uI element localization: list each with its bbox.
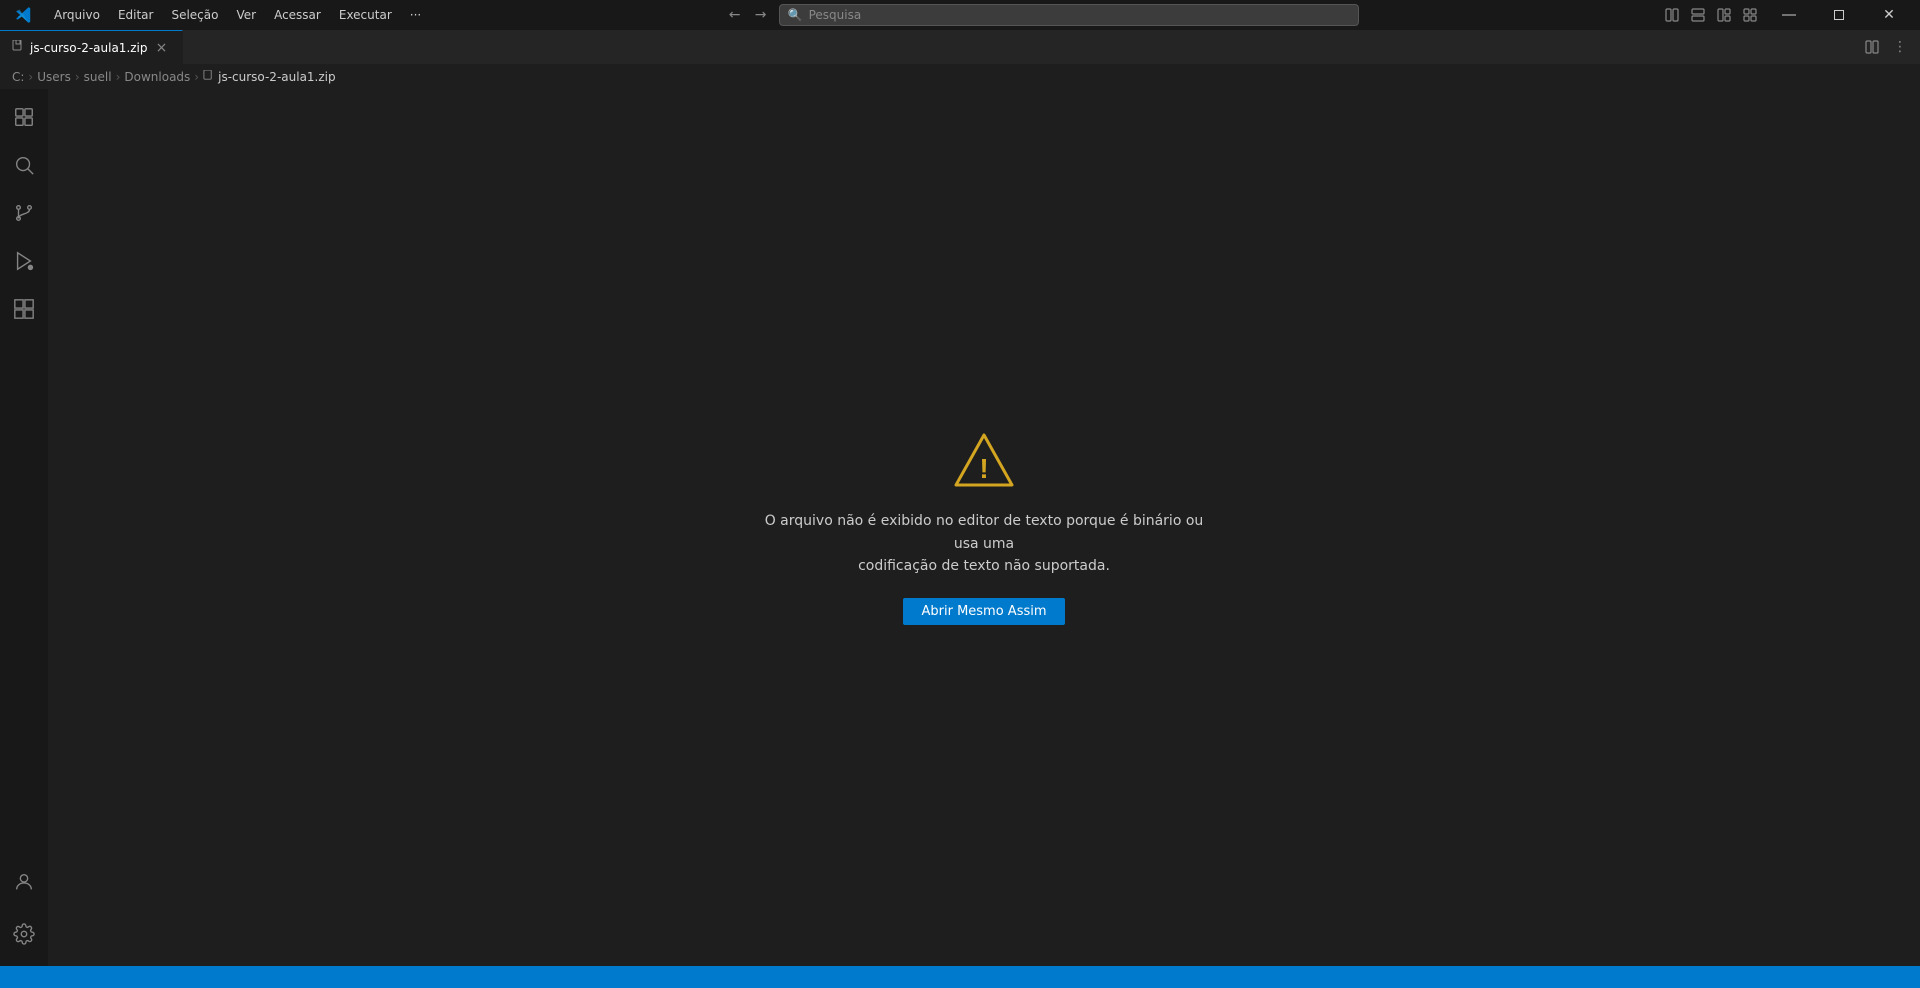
breadcrumb-downloads[interactable]: Downloads — [124, 70, 190, 84]
menu-editar[interactable]: Editar — [110, 6, 162, 24]
menu-arquivo[interactable]: Arquivo — [46, 6, 108, 24]
breadcrumb-sep-4: › — [194, 70, 199, 84]
breadcrumb-bar: C: › Users › suell › Downloads › js-curs… — [0, 65, 1920, 89]
layout-btn-4[interactable] — [1738, 4, 1762, 26]
nav-forward-button[interactable]: → — [749, 4, 773, 26]
breadcrumb-file-icon — [203, 70, 214, 84]
layout-controls — [1660, 4, 1762, 26]
more-actions-button[interactable]: ⋮ — [1888, 35, 1912, 59]
activity-search[interactable] — [0, 141, 48, 189]
menu-acessar[interactable]: Acessar — [266, 6, 329, 24]
breadcrumb-filename: js-curso-2-aula1.zip — [218, 70, 336, 84]
svg-text:!: ! — [979, 453, 988, 484]
menu-executar[interactable]: Executar — [331, 6, 400, 24]
tab-close-button[interactable]: × — [154, 40, 170, 56]
search-placeholder: Pesquisa — [809, 8, 862, 22]
tab-label: js-curso-2-aula1.zip — [30, 41, 148, 55]
title-bar-center: ← → 🔍 Pesquisa — [429, 4, 1652, 26]
minimize-button[interactable]: ― — [1766, 0, 1812, 30]
warning-line1: O arquivo não é exibido no editor de tex… — [765, 513, 1204, 551]
breadcrumb-suell[interactable]: suell — [84, 70, 112, 84]
search-icon: 🔍 — [788, 8, 803, 22]
breadcrumb-file[interactable]: js-curso-2-aula1.zip — [203, 70, 336, 84]
activity-source-control[interactable] — [0, 189, 48, 237]
layout-btn-1[interactable] — [1660, 4, 1684, 26]
layout-btn-2[interactable] — [1686, 4, 1710, 26]
open-anyway-button[interactable]: Abrir Mesmo Assim — [903, 598, 1064, 625]
search-bar[interactable]: 🔍 Pesquisa — [779, 4, 1359, 26]
activity-bar-bottom — [0, 858, 48, 966]
menu-more[interactable]: ··· — [402, 6, 429, 24]
activity-bar — [0, 89, 48, 966]
tab-actions-right: ⋮ — [1860, 30, 1920, 64]
activity-run-debug[interactable] — [0, 237, 48, 285]
editor-area: ! O arquivo não é exibido no editor de t… — [48, 89, 1920, 966]
main-layout: ! O arquivo não é exibido no editor de t… — [0, 89, 1920, 966]
split-editor-button[interactable] — [1860, 35, 1884, 59]
breadcrumb-sep-1: › — [28, 70, 33, 84]
vscode-logo — [8, 3, 40, 27]
close-button[interactable]: ✕ — [1866, 0, 1912, 30]
title-bar: Arquivo Editar Seleção Ver Acessar Execu… — [0, 0, 1920, 30]
breadcrumb-sep-2: › — [75, 70, 80, 84]
title-bar-right: ― ✕ — [1652, 0, 1912, 30]
menu-ver[interactable]: Ver — [228, 6, 264, 24]
warning-message: O arquivo não é exibido no editor de tex… — [754, 510, 1214, 577]
title-bar-left: Arquivo Editar Seleção Ver Acessar Execu… — [8, 3, 429, 27]
tab-file-icon — [12, 40, 24, 55]
maximize-button[interactable] — [1816, 0, 1862, 30]
tab-zip-file[interactable]: js-curso-2-aula1.zip × — [0, 30, 183, 64]
activity-extensions[interactable] — [0, 285, 48, 333]
breadcrumb-users[interactable]: Users — [37, 70, 71, 84]
layout-btn-3[interactable] — [1712, 4, 1736, 26]
status-bar — [0, 966, 1920, 988]
activity-explorer[interactable] — [0, 93, 48, 141]
activity-account[interactable] — [0, 858, 48, 906]
warning-line2: codificação de texto não suportada. — [858, 558, 1110, 574]
menu-selecao[interactable]: Seleção — [163, 6, 226, 24]
breadcrumb-sep-3: › — [116, 70, 121, 84]
breadcrumb-c[interactable]: C: — [12, 70, 24, 84]
warning-icon: ! — [954, 430, 1014, 490]
tab-bar: js-curso-2-aula1.zip × ⋮ — [0, 30, 1920, 65]
warning-container: ! O arquivo não é exibido no editor de t… — [754, 430, 1214, 624]
nav-back-button[interactable]: ← — [723, 4, 747, 26]
activity-settings[interactable] — [0, 910, 48, 958]
